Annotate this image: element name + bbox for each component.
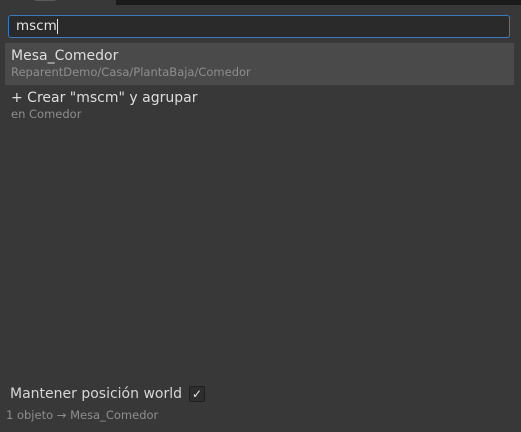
result-path: ReparentDemo/Casa/PlantaBaja/Comedor — [11, 65, 251, 79]
keep-world-label: Mantener posición world — [10, 386, 182, 402]
tab-bar-edge — [116, 0, 521, 5]
checkmark-icon: ✓ — [191, 387, 203, 401]
result-item-mesa-comedor[interactable]: Mesa_Comedor ReparentDemo/Casa/PlantaBaj… — [5, 43, 514, 85]
result-item-create-group[interactable]: + Crear "mscm" y agrupar en Comedor — [5, 85, 514, 127]
search-input-text[interactable]: mscm — [16, 16, 57, 37]
search-field[interactable]: mscm — [8, 15, 510, 38]
keep-world-option: Mantener posición world ✓ — [10, 385, 205, 403]
keep-world-checkbox[interactable]: ✓ — [189, 386, 205, 402]
result-title: Mesa_Comedor — [11, 48, 119, 64]
text-caret — [56, 19, 58, 34]
status-text: 1 objeto → Mesa_Comedor — [6, 408, 159, 422]
result-title: + Crear "mscm" y agrupar — [11, 90, 198, 106]
results-list: Mesa_Comedor ReparentDemo/Casa/PlantaBaj… — [5, 43, 514, 127]
tab-remnant — [34, 0, 56, 1]
window-top-strip — [0, 0, 521, 6]
result-path: en Comedor — [11, 107, 82, 121]
